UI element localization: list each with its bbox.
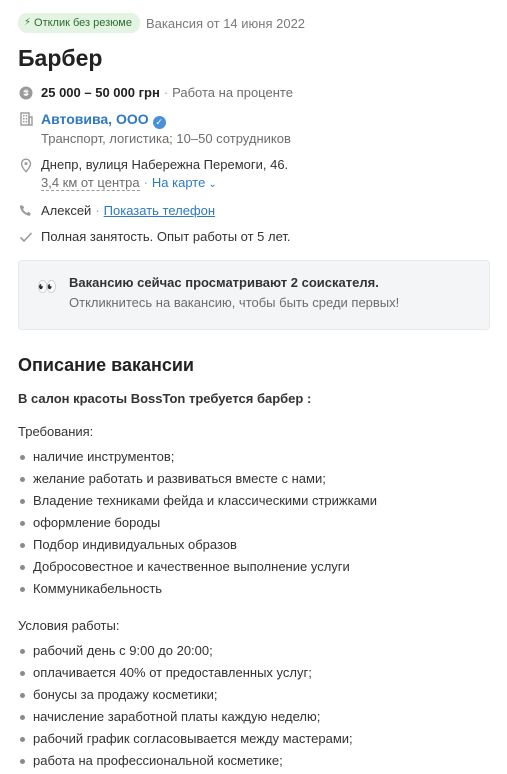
lightning-icon: ⚡ [24,17,32,28]
building-icon [18,111,34,127]
description-heading: Описание вакансии [18,355,195,375]
address-row: Днепр, вулиця Набережна Перемоги, 46. 3,… [18,156,490,194]
list-item: оформление бороды [18,514,490,536]
conditions-label: Условия работы: [18,618,120,633]
list-item: наличие инструментов; [18,448,490,470]
map-link-label: На карте [151,175,206,190]
vacancy-page: ⚡ Отклик без резюме Вакансия от 14 июня … [18,12,490,774]
list-item: Владение техниками фейда и классическими… [18,492,490,514]
salary-range: 25 000 – 50 000 грн [41,85,160,100]
employment-row: Полная занятость. Опыт работы от 5 лет. [18,228,490,246]
requirements-label: Требования: [18,424,94,439]
list-item: бонусы за продажу косметики; [18,686,490,708]
conditions-list: рабочий день с 9:00 до 20:00; оплачивает… [18,642,490,774]
company-link[interactable]: Автовива, ООО [41,111,149,127]
requirements-list: наличие инструментов; желание работать и… [18,448,490,602]
phone-icon [18,203,34,219]
list-item: Коммуникабельность [18,580,490,602]
list-item: рабочий график согласовывается между мас… [18,730,490,752]
contact-name: Алексей [41,203,92,218]
notice-title: Вакансию сейчас просматривают 2 соискате… [69,275,379,290]
contact-row: Алексей · Показать телефон [18,202,490,220]
list-item: оплачивается 40% от предоставленных услу… [18,664,490,686]
chevron-down-icon: ⌄ [208,179,217,190]
salary-type: Работа на проценте [172,85,293,100]
description-intro: В салон красоты BossTon требуется барбер… [18,391,312,406]
list-item: начисление заработной платы каждую недел… [18,708,490,730]
list-item: желание работать и развиваться вместе с … [18,470,490,492]
posted-date: Вакансия от 14 июня 2022 [146,15,306,31]
company-row: Автовива, ООО ✓ Транспорт, логистика; 10–… [18,110,490,148]
page-title: Барбер [18,45,103,71]
verified-check-icon: ✓ [152,115,166,129]
salary-row: 25 000 – 50 000 грн · Работа на проценте [18,84,490,102]
no-resume-badge: ⚡ Отклик без резюме [18,13,140,33]
hryvnia-coin-icon [18,85,34,101]
check-icon [18,229,34,245]
address-text: Днепр, вулиця Набережна Перемоги, 46. [41,157,289,172]
eyes-icon: 👀 [37,279,57,296]
employment-text: Полная занятость. Опыт работы от 5 лет. [41,229,291,244]
location-pin-icon [18,157,34,173]
notice-subtitle: Откликнитесь на вакансию, чтобы быть сре… [69,295,400,310]
list-item: работа на профессиональной косметике; [18,752,490,774]
viewers-notice: 👀 Вакансию сейчас просматривают 2 соиска… [18,260,490,330]
badge-label: Отклик без резюме [34,17,132,29]
list-item: Подбор индивидуальных образов [18,536,490,558]
vacancy-top-row: ⚡ Отклик без резюме Вакансия от 14 июня … [18,12,490,34]
list-item: Добросовестное и качественное выполнение… [18,558,490,580]
distance-from-center[interactable]: 3,4 км от центра [41,175,140,191]
show-on-map-link[interactable]: На карте ⌄ [152,175,217,190]
list-item: рабочий день с 9:00 до 20:00; [18,642,490,664]
company-meta: Транспорт, логистика; 10–50 сотрудников [41,131,291,146]
show-phone-link[interactable]: Показать телефон [104,203,215,218]
